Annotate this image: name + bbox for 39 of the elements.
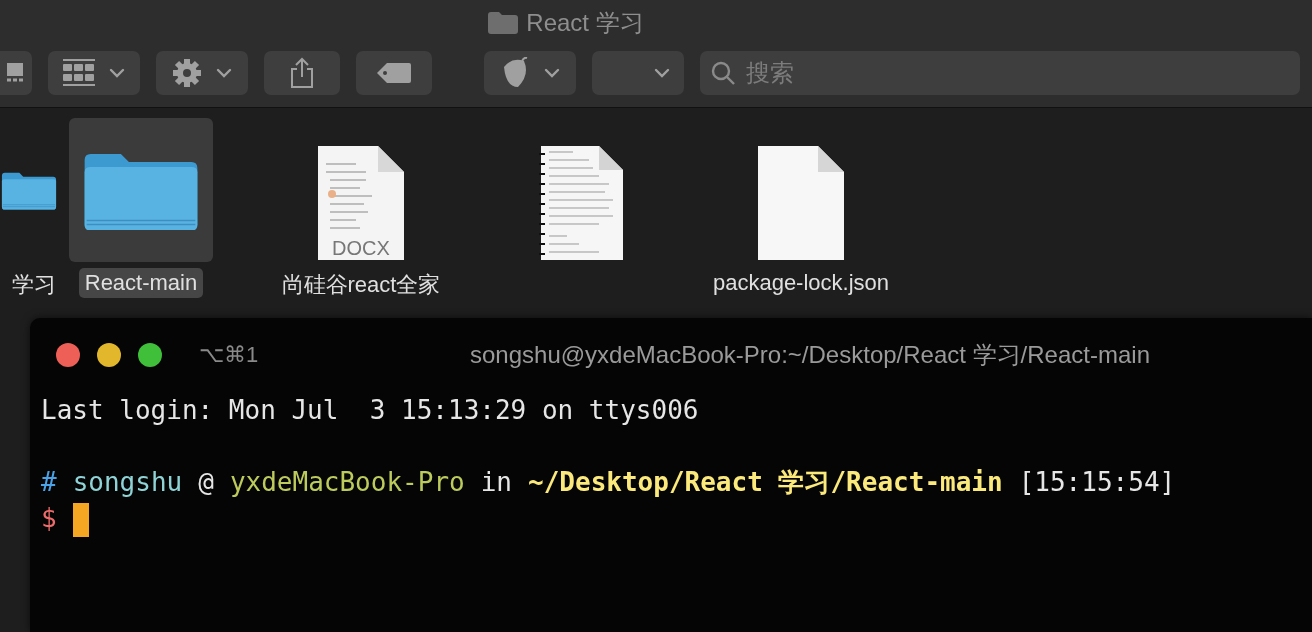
folder-icon bbox=[488, 12, 519, 34]
gallery-view-icon bbox=[7, 61, 25, 85]
share-button[interactable] bbox=[264, 51, 340, 95]
search-field[interactable]: 搜索 bbox=[700, 51, 1300, 95]
grid-icon bbox=[63, 59, 95, 87]
blank-document-icon bbox=[756, 144, 846, 262]
prompt-text: songshu bbox=[72, 467, 183, 497]
document-thumbnail-icon bbox=[316, 144, 406, 262]
prompt-text: yxdeMacBook-Pro bbox=[229, 467, 465, 497]
action-button[interactable] bbox=[156, 51, 248, 95]
close-button[interactable] bbox=[56, 343, 80, 367]
chevron-down-icon bbox=[654, 68, 670, 78]
file-name[interactable]: 学习 bbox=[6, 268, 58, 302]
chevron-down-icon bbox=[544, 68, 560, 78]
prompt-text: # bbox=[41, 467, 57, 497]
window-title: songshu@yxdeMacBook-Pro:~/Desktop/React 学习/React-main bbox=[470, 340, 1150, 370]
file-type-label: DOCX bbox=[331, 237, 391, 260]
prompt-text: @ bbox=[198, 467, 214, 497]
chevron-down-icon bbox=[216, 68, 232, 78]
shortcut-label: ⌥⌘1 bbox=[199, 342, 259, 368]
view-button[interactable] bbox=[0, 51, 32, 95]
tag-button[interactable] bbox=[356, 51, 432, 95]
file-name[interactable]: 尚硅谷react全家 bbox=[275, 268, 447, 302]
app-menu-button[interactable] bbox=[484, 51, 576, 95]
zoom-button[interactable] bbox=[138, 343, 162, 367]
tag-icon bbox=[377, 63, 411, 83]
login-message: Last login: Mon Jul 3 15:13:29 on ttys006 bbox=[41, 394, 700, 427]
file-name[interactable]: React-main bbox=[78, 268, 204, 298]
prompt-text: ~/Desktop/React 学习/React-main bbox=[528, 467, 1003, 497]
chevron-down-icon bbox=[109, 68, 125, 78]
prompt-text: [15:15:54] bbox=[1018, 467, 1176, 497]
settings-icon bbox=[172, 58, 202, 88]
file-name[interactable]: package-lock.json bbox=[706, 268, 896, 298]
share-icon bbox=[290, 57, 314, 89]
minimize-button[interactable] bbox=[97, 343, 121, 367]
prompt-symbol: $ bbox=[41, 503, 57, 533]
group-button[interactable] bbox=[48, 51, 140, 95]
prompt-text: in bbox=[480, 467, 512, 497]
window-title: React 学习 bbox=[526, 8, 644, 38]
